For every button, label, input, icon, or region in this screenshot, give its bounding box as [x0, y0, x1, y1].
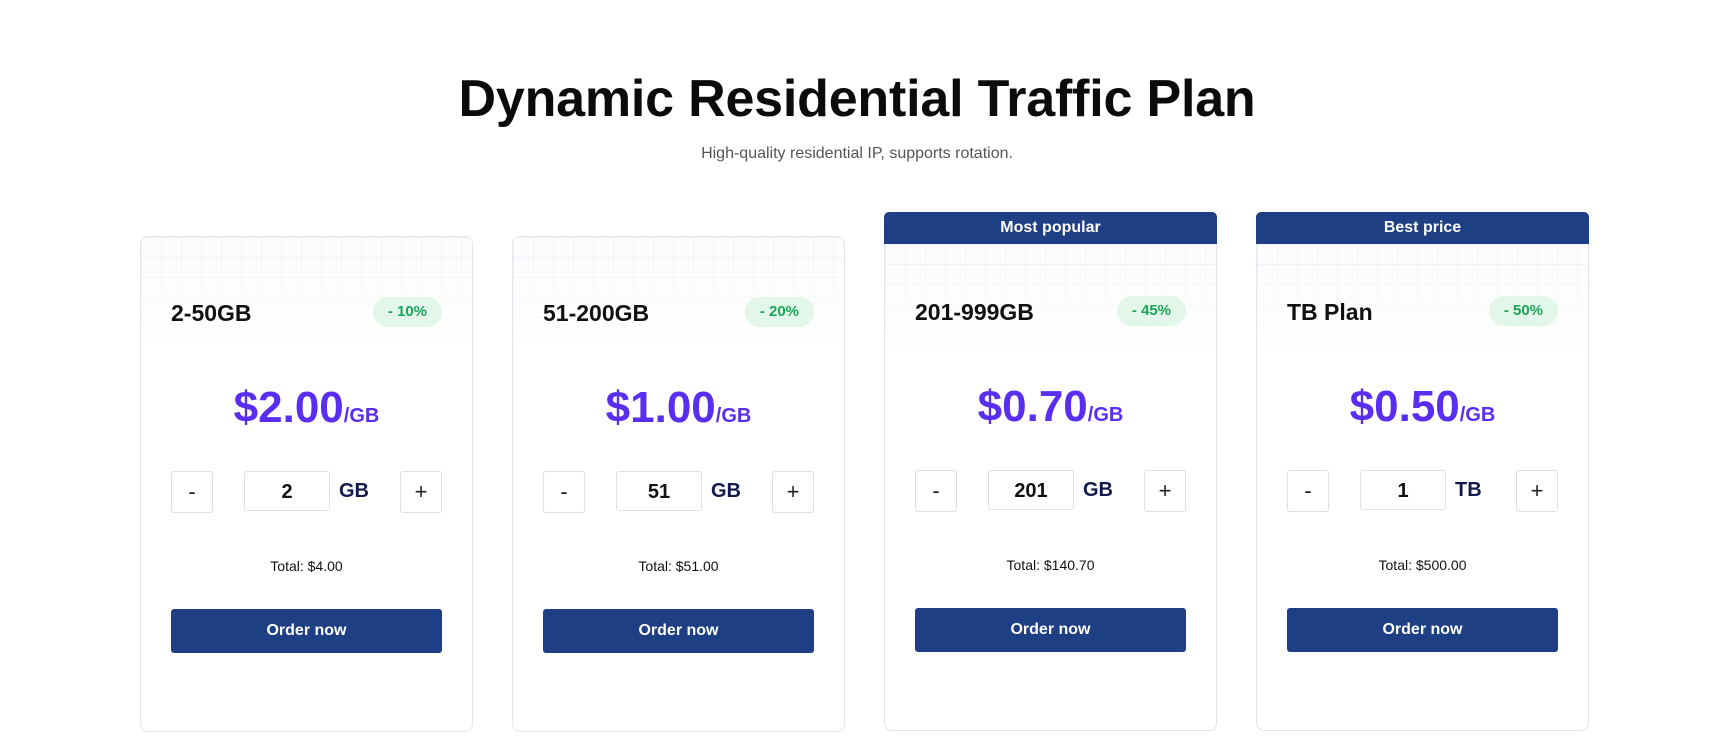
plan-card-4: Best price TB Plan - 50% $0.50/GB - 1 TB…	[1256, 212, 1589, 732]
quantity-stepper: - 2 GB +	[171, 471, 442, 513]
price-unit: /GB	[1459, 404, 1496, 426]
discount-badge: - 50%	[1488, 296, 1558, 326]
quantity-input[interactable]: 51	[616, 471, 702, 511]
price-row: $0.70/GB	[885, 382, 1216, 432]
increase-button[interactable]: +	[772, 471, 814, 513]
pricing-header: Dynamic Residential Traffic Plan High-qu…	[0, 68, 1714, 164]
quantity-input[interactable]: 1	[1360, 470, 1446, 510]
total-price: Total: $51.00	[638, 558, 719, 574]
plan-card-body: 201-999GB - 45% $0.70/GB - 201 GB + Tota…	[884, 244, 1217, 731]
increase-button[interactable]: +	[1144, 470, 1186, 512]
increase-button[interactable]: +	[1516, 470, 1558, 512]
card-top-row: 2-50GB - 10%	[171, 297, 442, 329]
price-row: $1.00/GB	[513, 383, 844, 433]
card-top-row: 51-200GB - 20%	[543, 297, 814, 329]
plan-card-body: 2-50GB - 10% $2.00/GB - 2 GB + Total: $4…	[140, 236, 473, 732]
page-title: Dynamic Residential Traffic Plan	[458, 70, 1256, 128]
order-now-button[interactable]: Order now	[543, 609, 814, 653]
plan-card-3: Most popular 201-999GB - 45% $0.70/GB - …	[884, 212, 1217, 732]
card-top-row: 201-999GB - 45%	[915, 296, 1186, 328]
plan-tier-name: TB Plan	[1287, 299, 1373, 325]
quantity-unit: GB	[711, 480, 741, 502]
page-subtitle: High-quality residential IP, supports ro…	[701, 145, 1013, 162]
quantity-stepper: - 201 GB +	[915, 470, 1186, 512]
quantity-unit: TB	[1455, 479, 1482, 501]
plan-card-2: 51-200GB - 20% $1.00/GB - 51 GB + Total:…	[512, 212, 845, 732]
total-price: Total: $500.00	[1378, 557, 1467, 573]
card-top-row: TB Plan - 50%	[1287, 296, 1558, 328]
price-unit: /GB	[1087, 404, 1124, 426]
price-unit: /GB	[343, 405, 380, 427]
quantity-input[interactable]: 2	[244, 471, 330, 511]
plan-card-body: TB Plan - 50% $0.50/GB - 1 TB + Total: $…	[1256, 244, 1589, 731]
decrease-button[interactable]: -	[1287, 470, 1329, 512]
quantity-unit: GB	[339, 480, 369, 502]
quantity-stepper: - 51 GB +	[543, 471, 814, 513]
discount-badge: - 45%	[1116, 296, 1186, 326]
price-row: $0.50/GB	[1257, 382, 1588, 432]
plan-tier-name: 2-50GB	[171, 300, 252, 326]
quantity-input[interactable]: 201	[988, 470, 1074, 510]
price-value: $2.00	[233, 383, 344, 432]
order-now-button[interactable]: Order now	[915, 608, 1186, 652]
decrease-button[interactable]: -	[543, 471, 585, 513]
discount-badge: - 20%	[744, 297, 814, 327]
total-price: Total: $140.70	[1006, 557, 1095, 573]
quantity-stepper: - 1 TB +	[1287, 470, 1558, 512]
price-row: $2.00/GB	[141, 383, 472, 433]
plan-card-body: 51-200GB - 20% $1.00/GB - 51 GB + Total:…	[512, 236, 845, 732]
order-now-button[interactable]: Order now	[1287, 608, 1558, 652]
plan-tier-name: 51-200GB	[543, 300, 650, 326]
price-value: $1.00	[605, 383, 716, 432]
increase-button[interactable]: +	[400, 471, 442, 513]
plan-tier-name: 201-999GB	[915, 299, 1034, 325]
best-price-ribbon: Best price	[1256, 212, 1589, 244]
total-price: Total: $4.00	[270, 558, 343, 574]
plan-cards: 2-50GB - 10% $2.00/GB - 2 GB + Total: $4…	[140, 212, 1590, 732]
plan-card-1: 2-50GB - 10% $2.00/GB - 2 GB + Total: $4…	[140, 212, 473, 732]
discount-badge: - 10%	[372, 297, 442, 327]
price-value: $0.50	[1349, 382, 1460, 431]
pricing-page: Dynamic Residential Traffic Plan High-qu…	[0, 0, 1714, 740]
order-now-button[interactable]: Order now	[171, 609, 442, 653]
decrease-button[interactable]: -	[915, 470, 957, 512]
price-value: $0.70	[977, 382, 1088, 431]
decrease-button[interactable]: -	[171, 471, 213, 513]
price-unit: /GB	[715, 405, 752, 427]
most-popular-ribbon: Most popular	[884, 212, 1217, 244]
quantity-unit: GB	[1083, 479, 1113, 501]
